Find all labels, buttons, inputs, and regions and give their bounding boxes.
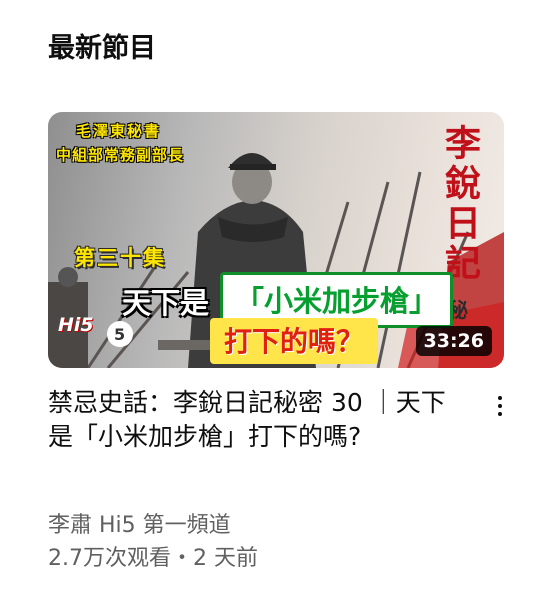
thumbnail-channel-logo: Hi5 xyxy=(58,314,94,336)
thumbnail-caption-sub: 中組部常務副部長 xyxy=(56,146,185,164)
thumbnail-diary-title: 李銳日記 xyxy=(439,124,481,284)
thumbnail-headline-white: 天下是 xyxy=(122,286,210,320)
menu-dot xyxy=(498,412,502,416)
svg-text:5: 5 xyxy=(114,325,125,344)
video-title[interactable]: 禁忌史話：李銳日記秘密 30 ｜天下是「小米加步槍」打下的嗎? xyxy=(48,386,468,454)
duration-badge: 33:26 xyxy=(415,326,492,356)
menu-dot xyxy=(498,396,502,400)
menu-dot xyxy=(498,404,502,408)
video-stats: 2.7万次观看・2 天前 xyxy=(48,546,258,571)
channel-name[interactable]: 李肅 Hi5 第一頻道 xyxy=(48,507,231,539)
thumbnail-episode: 第三十集 xyxy=(74,246,166,270)
section-title: 最新節目 xyxy=(48,33,156,64)
more-vert-icon[interactable] xyxy=(488,386,512,426)
thumbnail-headline-red: 打下的嗎？ xyxy=(210,318,379,364)
video-thumbnail[interactable]: 5 毛澤東秘書 中組部常務副部長 第三十集 李銳日記 秘 天下是 「小米加步槍」… xyxy=(48,112,504,368)
thumbnail-caption-top: 毛澤東秘書 xyxy=(76,122,162,140)
